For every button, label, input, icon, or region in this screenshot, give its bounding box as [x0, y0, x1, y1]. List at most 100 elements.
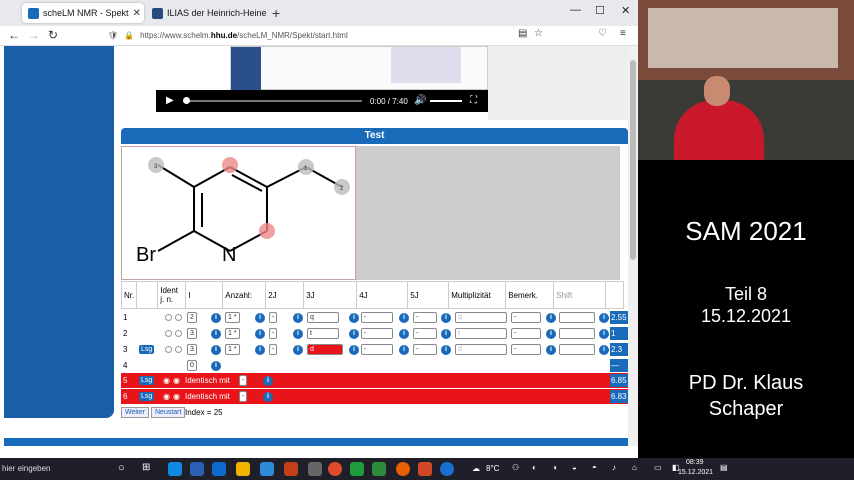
ident-radio-n[interactable]: [175, 330, 182, 337]
tray-icon[interactable]: ◒: [572, 463, 577, 472]
task-view-icon[interactable]: ○: [118, 462, 125, 474]
multiplicity-field[interactable]: q: [455, 312, 507, 323]
chrome-icon[interactable]: [328, 462, 342, 476]
firefox-icon[interactable]: [396, 462, 410, 476]
radio-selected-icon[interactable]: ◉: [173, 392, 180, 401]
clock-date[interactable]: 15.12.2021: [678, 469, 713, 476]
weather-icon[interactable]: ☁: [472, 464, 480, 473]
forward-icon[interactable]: →: [28, 28, 40, 42]
info-icon[interactable]: i: [211, 360, 221, 371]
info-icon[interactable]: i: [399, 312, 409, 323]
j5-select[interactable]: -: [413, 328, 437, 339]
lock-icon[interactable]: 🔒: [124, 31, 134, 40]
back-icon[interactable]: ←: [8, 28, 20, 42]
bemerk-select[interactable]: -: [511, 328, 541, 339]
atom-marker[interactable]: [259, 223, 275, 239]
j2-select[interactable]: -: [269, 312, 278, 323]
new-tab-button[interactable]: +: [272, 5, 280, 21]
close-window-icon[interactable]: ✕: [621, 4, 630, 17]
camtasia-icon[interactable]: [350, 462, 364, 476]
mail-icon[interactable]: [260, 462, 274, 476]
minimize-icon[interactable]: —: [570, 4, 581, 16]
fullscreen-icon[interactable]: ⛶: [470, 95, 477, 106]
tray-icon[interactable]: ◐: [532, 463, 537, 472]
i-select[interactable]: 2: [187, 312, 197, 323]
i-select[interactable]: 0: [187, 360, 197, 371]
info-icon[interactable]: i: [293, 312, 303, 323]
scrollbar-thumb[interactable]: [630, 60, 636, 260]
word-icon[interactable]: [190, 462, 204, 476]
clock-time[interactable]: 08:39: [686, 459, 704, 466]
j4-select[interactable]: -: [361, 312, 393, 323]
i-select[interactable]: 3: [187, 344, 197, 355]
reader-view-icon[interactable]: ▤: [518, 28, 527, 39]
lsg-button[interactable]: Lsg: [139, 345, 155, 354]
anzahl-select[interactable]: 1 *: [225, 328, 240, 339]
ident-radio-j[interactable]: [165, 346, 172, 353]
shield-icon[interactable]: 🛡: [108, 31, 118, 40]
video-progress-knob[interactable]: [183, 97, 190, 104]
info-icon[interactable]: i: [546, 344, 556, 355]
j2-select[interactable]: -: [269, 344, 278, 355]
info-icon[interactable]: i: [211, 344, 221, 355]
ident-radio-n[interactable]: [175, 346, 182, 353]
close-tab-icon[interactable]: ✕: [133, 8, 141, 19]
atom-marker[interactable]: [222, 157, 238, 173]
info-icon[interactable]: i: [349, 312, 359, 323]
tray-icon[interactable]: ◓: [592, 463, 597, 472]
volume-icon[interactable]: 🔊: [414, 95, 426, 106]
info-icon[interactable]: i: [263, 391, 273, 402]
bemerk-select[interactable]: -: [511, 344, 541, 355]
taskbar-search[interactable]: hier eingeben: [2, 464, 50, 473]
j3-select[interactable]: t: [307, 328, 339, 339]
info-icon[interactable]: i: [441, 344, 451, 355]
powerpoint-icon[interactable]: [284, 462, 298, 476]
meet-icon[interactable]: ▭: [654, 463, 662, 472]
ident-radio-j[interactable]: [165, 314, 172, 321]
info-icon[interactable]: i: [599, 344, 609, 355]
bookmark-star-icon[interactable]: ☆: [534, 28, 543, 39]
info-icon[interactable]: i: [255, 312, 265, 323]
video-progress-track[interactable]: [186, 100, 362, 102]
ident-radio-j[interactable]: [165, 330, 172, 337]
info-icon[interactable]: i: [349, 328, 359, 339]
info-icon[interactable]: i: [599, 312, 609, 323]
j4-select[interactable]: -: [361, 328, 393, 339]
help-icon[interactable]: [440, 462, 454, 476]
shift-input[interactable]: [559, 344, 595, 355]
radio-selected-icon[interactable]: ◉: [163, 376, 170, 385]
info-icon[interactable]: i: [599, 328, 609, 339]
anzahl-select[interactable]: 1 *: [225, 344, 240, 355]
j4-select[interactable]: -: [361, 344, 393, 355]
info-icon[interactable]: i: [293, 328, 303, 339]
info-icon[interactable]: i: [399, 328, 409, 339]
info-icon[interactable]: i: [441, 312, 451, 323]
recorder-icon[interactable]: [418, 462, 432, 476]
j5-select[interactable]: -: [413, 344, 437, 355]
info-icon[interactable]: i: [255, 344, 265, 355]
j5-select[interactable]: -: [413, 312, 437, 323]
info-icon[interactable]: i: [546, 328, 556, 339]
tab-schelm[interactable]: scheLM NMR - Spekt ✕: [22, 3, 144, 23]
i-select[interactable]: 3: [187, 328, 197, 339]
shift-input[interactable]: [559, 312, 595, 323]
speaker-icon[interactable]: ♪: [612, 463, 616, 472]
notifications-icon[interactable]: ▤: [720, 463, 728, 472]
device-icon[interactable]: [308, 462, 322, 476]
app-icon[interactable]: [372, 462, 386, 476]
edge-icon[interactable]: [168, 462, 182, 476]
menu-icon[interactable]: ≡: [620, 28, 626, 39]
info-icon[interactable]: i: [441, 328, 451, 339]
radio-selected-icon[interactable]: ◉: [173, 376, 180, 385]
info-icon[interactable]: i: [263, 375, 273, 386]
weather-temp[interactable]: 8°C: [486, 464, 499, 473]
explorer-icon[interactable]: [236, 462, 250, 476]
j2-select[interactable]: -: [269, 328, 278, 339]
tray-icon[interactable]: ◑: [552, 463, 557, 472]
info-icon[interactable]: i: [349, 344, 359, 355]
multiplicity-field[interactable]: t: [455, 328, 507, 339]
multiplicity-field[interactable]: d: [455, 344, 507, 355]
tab-ilias[interactable]: ILIAS der Heinrich-Heine-Unive ✕: [146, 3, 266, 23]
identical-select[interactable]: -: [239, 375, 248, 386]
play-icon[interactable]: ▶: [166, 95, 174, 106]
